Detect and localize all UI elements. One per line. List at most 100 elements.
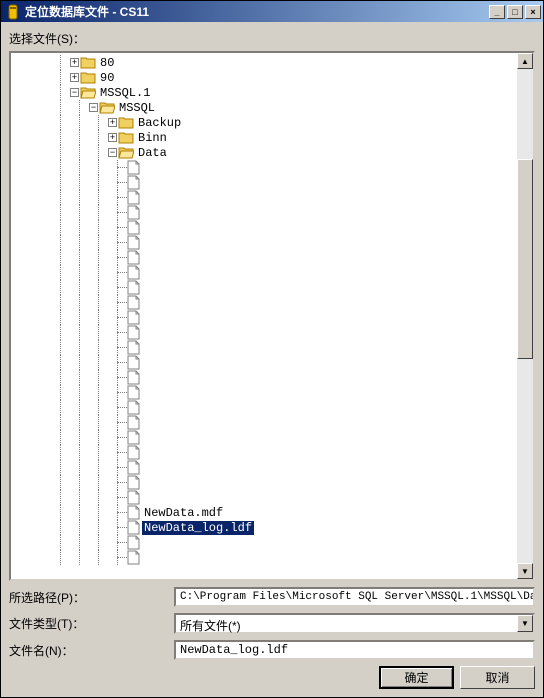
tree-file-blank[interactable] [13, 190, 531, 205]
expander-plus-icon[interactable]: + [108, 118, 117, 127]
folder-open-icon [118, 146, 134, 159]
tree-file-blank[interactable] [13, 475, 531, 490]
folder-closed-icon [80, 71, 96, 84]
scroll-up-button[interactable]: ▲ [517, 53, 533, 69]
filename-label: 文件名(N)： [9, 642, 174, 659]
expander-minus-icon[interactable]: − [108, 148, 117, 157]
tree-file-blank[interactable] [13, 340, 531, 355]
file-icon [127, 265, 140, 280]
close-button[interactable]: × [525, 5, 541, 19]
select-file-label: 选择文件(S)： [9, 30, 535, 47]
tree-file-blank[interactable] [13, 295, 531, 310]
tree-node-90[interactable]: + 90 [13, 70, 531, 85]
file-icon [127, 460, 140, 475]
file-icon [127, 490, 140, 505]
file-icon [127, 175, 140, 190]
tree-file-blank[interactable] [13, 385, 531, 400]
tree-file-blank[interactable] [13, 400, 531, 415]
filetype-select[interactable]: 所有文件(*) ▼ [174, 613, 535, 634]
tree-node-mssql1[interactable]: − MSSQL.1 [13, 85, 531, 100]
file-icon [127, 385, 140, 400]
tree-file-blank[interactable] [13, 370, 531, 385]
tree-node-mssql[interactable]: − MSSQL [13, 100, 531, 115]
selected-file-label: NewData_log.ldf [142, 521, 254, 535]
file-icon [127, 280, 140, 295]
vertical-scrollbar[interactable]: ▲ ▼ [517, 53, 533, 579]
folder-open-icon [80, 86, 96, 99]
expander-plus-icon[interactable]: + [70, 73, 79, 82]
tree-file-blank[interactable] [13, 265, 531, 280]
file-icon [127, 340, 140, 355]
filetype-label: 文件类型(T)： [9, 615, 174, 632]
tree-node-80[interactable]: + 80 [13, 55, 531, 70]
expander-plus-icon[interactable]: + [70, 58, 79, 67]
path-label: 所选路径(P)： [9, 589, 174, 606]
maximize-button[interactable]: □ [507, 5, 523, 19]
tree-file-blank[interactable] [13, 445, 531, 460]
file-icon [127, 430, 140, 445]
tree-file-blank[interactable] [13, 535, 531, 550]
tree-file-blank[interactable] [13, 355, 531, 370]
filename-input[interactable] [174, 640, 535, 660]
tree-node-binn[interactable]: + Binn [13, 130, 531, 145]
tree-file-blank[interactable] [13, 220, 531, 235]
file-icon [127, 160, 140, 175]
tree-node-backup[interactable]: + Backup [13, 115, 531, 130]
tree-node-data[interactable]: − Data [13, 145, 531, 160]
tree-file-blank[interactable] [13, 325, 531, 340]
expander-minus-icon[interactable]: − [89, 103, 98, 112]
cancel-button[interactable]: 取消 [460, 666, 535, 689]
file-icon [127, 550, 140, 565]
tree-file-blank[interactable] [13, 280, 531, 295]
file-icon [127, 415, 140, 430]
scroll-track[interactable] [517, 69, 533, 563]
file-icon [127, 295, 140, 310]
file-icon [127, 520, 140, 535]
file-icon [127, 220, 140, 235]
ok-button[interactable]: 确定 [379, 666, 454, 689]
path-value: C:\Program Files\Microsoft SQL Server\MS… [174, 587, 535, 607]
tree-file-blank[interactable] [13, 490, 531, 505]
folder-closed-icon [118, 116, 134, 129]
file-icon [127, 475, 140, 490]
tree-file-blank[interactable] [13, 250, 531, 265]
tree-file-blank[interactable] [13, 550, 531, 565]
folder-closed-icon [80, 56, 96, 69]
file-icon [127, 205, 140, 220]
scroll-down-button[interactable]: ▼ [517, 563, 533, 579]
tree-file-blank[interactable] [13, 415, 531, 430]
tree-file-blank[interactable] [13, 175, 531, 190]
file-icon [127, 400, 140, 415]
file-icon [127, 535, 140, 550]
file-icon [127, 190, 140, 205]
file-icon [127, 325, 140, 340]
tree-file-blank[interactable] [13, 235, 531, 250]
app-icon [5, 4, 21, 20]
file-icon [127, 310, 140, 325]
file-icon [127, 505, 140, 520]
file-icon [127, 355, 140, 370]
tree-file-blank[interactable] [13, 310, 531, 325]
file-icon [127, 370, 140, 385]
tree-file-blank[interactable] [13, 430, 531, 445]
expander-minus-icon[interactable]: − [70, 88, 79, 97]
tree-file-newdata-log[interactable]: NewData_log.ldf [13, 520, 531, 535]
tree-file-newdata-mdf[interactable]: NewData.mdf [13, 505, 531, 520]
file-tree[interactable]: + 80 + 90 − MSSQL.1 [9, 51, 535, 581]
window-title: 定位数据库文件 - CS11 [25, 3, 489, 20]
minimize-button[interactable]: _ [489, 5, 505, 19]
dropdown-arrow-icon[interactable]: ▼ [517, 615, 533, 632]
folder-open-icon [99, 101, 115, 114]
file-icon [127, 235, 140, 250]
file-icon [127, 250, 140, 265]
client-area: 选择文件(S)： + 80 + 90 − [1, 22, 543, 697]
tree-file-blank[interactable] [13, 460, 531, 475]
expander-plus-icon[interactable]: + [108, 133, 117, 142]
title-bar: 定位数据库文件 - CS11 _ □ × [1, 1, 543, 22]
dialog-window: 定位数据库文件 - CS11 _ □ × 选择文件(S)： + 80 + [0, 0, 544, 698]
scroll-thumb[interactable] [517, 159, 533, 359]
file-icon [127, 445, 140, 460]
folder-closed-icon [118, 131, 134, 144]
tree-file-blank[interactable] [13, 160, 531, 175]
tree-file-blank[interactable] [13, 205, 531, 220]
